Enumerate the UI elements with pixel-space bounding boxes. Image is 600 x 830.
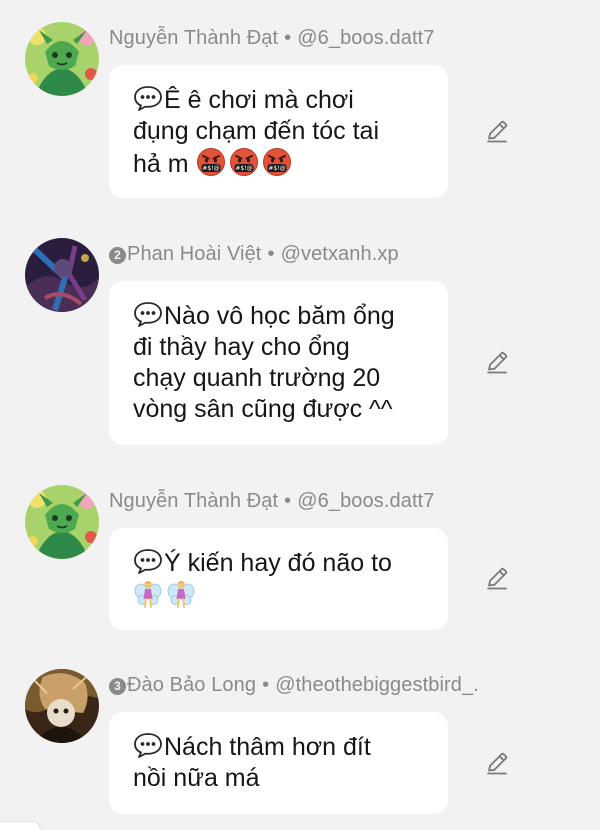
meta-separator: • bbox=[284, 27, 292, 49]
rank-badge: 2 bbox=[109, 247, 126, 264]
rank-badge: 3 bbox=[109, 678, 126, 695]
comment-bubble[interactable]: Ý kiến hay đó não to bbox=[109, 528, 448, 630]
avatar[interactable] bbox=[25, 238, 99, 312]
comment-line: đi thầy hay cho ổng bbox=[133, 333, 350, 361]
comment-text: hả m bbox=[133, 150, 189, 178]
meta-separator: • bbox=[284, 490, 292, 512]
meta-separator: • bbox=[262, 674, 270, 696]
anime-avatar-green-icon bbox=[25, 22, 99, 96]
comment-text: Nào vô học băm ổng bbox=[164, 302, 395, 330]
comment-line: nồi nữa má bbox=[133, 764, 260, 792]
author-handle[interactable]: @vetxanh.xp bbox=[281, 243, 399, 265]
comment-line: vòng sân cũng được ^^ bbox=[133, 395, 393, 423]
edit-pencil-icon[interactable] bbox=[484, 349, 510, 375]
edit-pencil-icon[interactable] bbox=[484, 118, 510, 144]
comment-bubble[interactable]: Ê ê chơi mà chơi đụng chạm đến tóc tai h… bbox=[109, 65, 448, 198]
meta-separator: • bbox=[267, 243, 275, 265]
comment-bubble[interactable]: Nào vô học băm ổng đi thầy hay cho ổng c… bbox=[109, 281, 448, 445]
comment-text: Ý kiến hay đó não to bbox=[164, 549, 392, 577]
comment-meta: Nguyễn Thành Đạt • @6_boos.datt7 bbox=[109, 27, 435, 50]
comment-line: chạy quanh trường 20 bbox=[133, 364, 381, 392]
author-name[interactable]: Phan Hoài Việt bbox=[127, 243, 261, 265]
author-name[interactable]: Nguyễn Thành Đạt bbox=[109, 490, 278, 512]
fairy-icon bbox=[166, 579, 196, 609]
author-name[interactable]: Đào Bảo Long bbox=[127, 674, 256, 696]
avatar[interactable] bbox=[25, 22, 99, 96]
comment-text: Ê ê chơi mà chơi bbox=[164, 86, 354, 114]
author-handle[interactable]: @theothebiggestbird_. bbox=[275, 674, 479, 696]
avatar[interactable] bbox=[25, 485, 99, 559]
comment-meta: 2 Phan Hoài Việt • @vetxanh.xp bbox=[109, 243, 399, 266]
angry-cursing-face-icon bbox=[196, 147, 226, 177]
angry-cursing-face-icon bbox=[262, 147, 292, 177]
comment-meta: Nguyễn Thành Đạt • @6_boos.datt7 bbox=[109, 490, 435, 513]
comment-line: Ý kiến hay đó não to bbox=[133, 548, 428, 579]
speech-balloon-icon bbox=[133, 548, 163, 574]
comment-line bbox=[133, 579, 428, 612]
comment-line: đụng chạm đến tóc tai bbox=[133, 117, 379, 145]
anime-avatar-green-icon bbox=[25, 485, 99, 559]
bottom-panel-edge bbox=[0, 821, 41, 830]
comment-bubble[interactable]: Nách thâm hơn đít nồi nữa má bbox=[109, 712, 448, 814]
comment-text: Nách thâm hơn đít bbox=[164, 733, 371, 761]
sepia-art-avatar-icon bbox=[25, 669, 99, 743]
comment-line: Nách thâm hơn đít bbox=[133, 732, 428, 763]
dark-art-avatar-icon bbox=[25, 238, 99, 312]
speech-balloon-icon bbox=[133, 301, 163, 327]
author-handle[interactable]: @6_boos.datt7 bbox=[297, 490, 434, 512]
comment-meta: 3 Đào Bảo Long • @theothebiggestbird_. bbox=[109, 674, 479, 697]
avatar[interactable] bbox=[25, 669, 99, 743]
comment-line: Nào vô học băm ổng bbox=[133, 301, 428, 332]
speech-balloon-icon bbox=[133, 85, 163, 111]
edit-pencil-icon[interactable] bbox=[484, 565, 510, 591]
speech-balloon-icon bbox=[133, 732, 163, 758]
fairy-icon bbox=[133, 579, 163, 609]
edit-pencil-icon[interactable] bbox=[484, 750, 510, 776]
comment-line: Ê ê chơi mà chơi bbox=[133, 85, 428, 116]
comment-line: hả m bbox=[133, 147, 428, 180]
angry-cursing-face-icon bbox=[229, 147, 259, 177]
author-handle[interactable]: @6_boos.datt7 bbox=[297, 27, 434, 49]
author-name[interactable]: Nguyễn Thành Đạt bbox=[109, 27, 278, 49]
